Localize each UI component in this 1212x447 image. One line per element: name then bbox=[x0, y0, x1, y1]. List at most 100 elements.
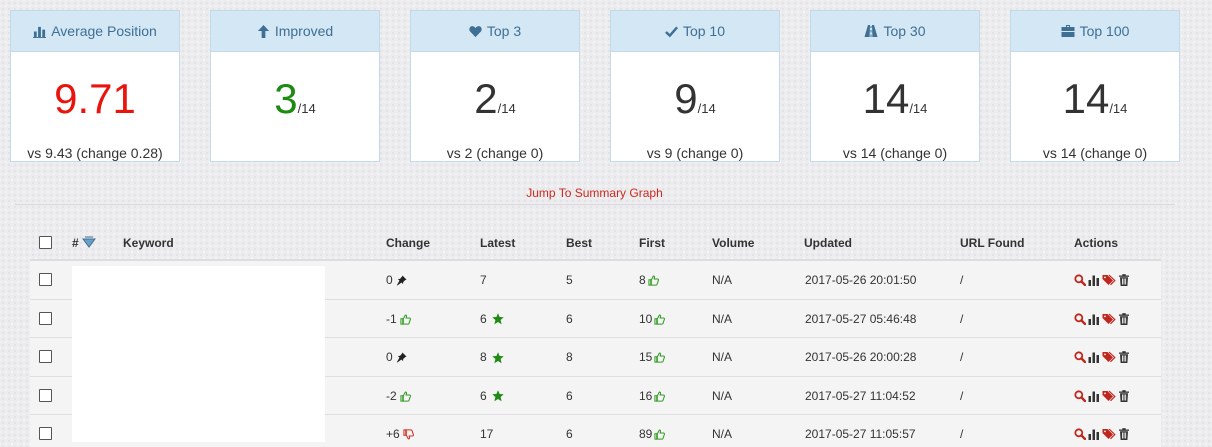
card-denominator: /14 bbox=[909, 101, 928, 116]
row-updated: 2017-05-26 20:01:50 bbox=[805, 273, 917, 287]
card-header: Top 100 bbox=[1011, 11, 1179, 52]
card-denominator: /14 bbox=[497, 101, 516, 116]
trash-icon[interactable] bbox=[1118, 313, 1130, 325]
card-comparison: vs 9.43 (change 0.28) bbox=[27, 145, 163, 161]
row-actions bbox=[1074, 415, 1130, 447]
bar-chart-icon[interactable] bbox=[1088, 313, 1100, 325]
header-num[interactable]: # bbox=[72, 226, 97, 261]
card-comparison: vs 14 (change 0) bbox=[842, 145, 948, 161]
trash-icon[interactable] bbox=[1118, 274, 1130, 286]
stat-card-top-10: Top 10 9/14 vs 9 (change 0) bbox=[610, 10, 780, 162]
row-volume: N/A bbox=[712, 311, 733, 326]
row-volume: N/A bbox=[712, 388, 733, 403]
bar-chart-icon[interactable] bbox=[1088, 390, 1100, 402]
stat-card-improved: Improved 3/14 bbox=[210, 10, 380, 162]
header-actions: Actions bbox=[1074, 236, 1119, 250]
header-best[interactable]: Best bbox=[566, 226, 592, 261]
row-volume: N/A bbox=[712, 350, 733, 364]
row-updated: 2017-05-26 20:00:28 bbox=[805, 350, 917, 364]
thumbs-down-icon bbox=[403, 429, 414, 440]
row-checkbox[interactable] bbox=[39, 427, 52, 440]
section-divider bbox=[15, 204, 1175, 205]
card-title: Top 10 bbox=[682, 23, 726, 39]
tags-icon[interactable] bbox=[1102, 390, 1116, 402]
header-change[interactable]: Change bbox=[386, 226, 430, 261]
sort-descending-icon[interactable] bbox=[81, 235, 97, 249]
thumbs-up-icon bbox=[654, 314, 665, 325]
row-first: 10 bbox=[639, 300, 665, 338]
row-checkbox[interactable] bbox=[39, 388, 52, 402]
trash-icon[interactable] bbox=[1118, 428, 1130, 440]
bar-chart-icon[interactable] bbox=[1088, 428, 1100, 440]
thumbs-up-icon bbox=[400, 391, 411, 402]
bar-chart-icon[interactable] bbox=[1088, 351, 1100, 363]
tags-icon[interactable] bbox=[1102, 351, 1116, 363]
search-icon[interactable] bbox=[1074, 351, 1086, 363]
card-denominator: /14 bbox=[297, 101, 316, 116]
search-icon[interactable] bbox=[1074, 313, 1086, 325]
row-volume: N/A bbox=[712, 273, 733, 287]
row-best: 8 bbox=[566, 350, 573, 364]
tags-icon[interactable] bbox=[1102, 428, 1116, 440]
card-header: Top 10 bbox=[611, 11, 779, 52]
jump-to-summary-graph-link[interactable]: Jump To Summary Graph bbox=[0, 186, 1189, 200]
card-header: Average Position bbox=[11, 11, 179, 52]
search-icon[interactable] bbox=[1074, 274, 1086, 286]
header-volume[interactable]: Volume bbox=[712, 226, 754, 261]
row-url-found[interactable]: / bbox=[960, 300, 963, 338]
card-header: Top 30 bbox=[811, 11, 979, 52]
row-first: 16 bbox=[639, 377, 665, 415]
card-value: 2/14 bbox=[474, 75, 516, 122]
card-comparison: vs 14 (change 0) bbox=[1042, 145, 1148, 161]
card-title: Average Position bbox=[51, 23, 157, 39]
row-checkbox[interactable] bbox=[39, 311, 52, 325]
card-value: 3/14 bbox=[274, 75, 316, 122]
card-title: Top 30 bbox=[883, 23, 926, 39]
tags-icon[interactable] bbox=[1102, 313, 1116, 325]
row-checkbox[interactable] bbox=[39, 273, 52, 286]
row-url-found[interactable]: / bbox=[960, 261, 963, 299]
row-url-found[interactable]: / bbox=[960, 377, 963, 415]
trash-icon[interactable] bbox=[1118, 351, 1130, 363]
header-updated[interactable]: Updated bbox=[804, 226, 852, 261]
card-title: Improved bbox=[274, 23, 334, 39]
check-icon bbox=[665, 25, 678, 38]
stat-card-top-100: Top 100 14/14 vs 14 (change 0) bbox=[1010, 10, 1180, 162]
stat-card-average-position: Average Position 9.71 vs 9.43 (change 0.… bbox=[10, 10, 180, 162]
row-updated: 2017-05-27 11:04:52 bbox=[805, 388, 916, 403]
card-comparison: vs 2 (change 0) bbox=[446, 145, 544, 161]
briefcase-icon bbox=[1061, 24, 1075, 38]
header-first[interactable]: First bbox=[639, 226, 665, 261]
thumbs-up-icon bbox=[654, 429, 665, 440]
row-best: 5 bbox=[566, 273, 573, 287]
row-checkbox[interactable] bbox=[39, 350, 52, 363]
trash-icon[interactable] bbox=[1118, 390, 1130, 402]
star-icon bbox=[492, 352, 504, 364]
row-best: 6 bbox=[566, 427, 573, 441]
tags-icon[interactable] bbox=[1102, 274, 1116, 286]
keyword-redaction bbox=[72, 266, 325, 442]
row-actions bbox=[1074, 377, 1130, 415]
row-updated: 2017-05-27 05:46:48 bbox=[805, 311, 917, 326]
card-value: 14/14 bbox=[862, 75, 928, 122]
card-title: Top 3 bbox=[486, 23, 522, 39]
card-denominator: /14 bbox=[1109, 101, 1128, 116]
stat-card-top-30: Top 30 14/14 vs 14 (change 0) bbox=[810, 10, 980, 162]
bar-chart-icon[interactable] bbox=[1088, 274, 1100, 286]
heart-icon bbox=[469, 25, 482, 38]
row-url-found[interactable]: / bbox=[960, 338, 963, 376]
select-all-checkbox[interactable] bbox=[39, 236, 52, 249]
thumbs-up-icon bbox=[654, 352, 665, 363]
card-denominator: /14 bbox=[697, 101, 716, 116]
pin-icon bbox=[396, 352, 407, 363]
row-actions bbox=[1074, 300, 1130, 338]
row-updated: 2017-05-27 11:05:57 bbox=[805, 427, 916, 441]
search-icon[interactable] bbox=[1074, 428, 1086, 440]
header-latest[interactable]: Latest bbox=[480, 226, 515, 261]
header-url-found[interactable]: URL Found bbox=[960, 226, 1024, 261]
row-change: 0 bbox=[386, 261, 407, 299]
search-icon[interactable] bbox=[1074, 390, 1086, 402]
header-keyword[interactable]: Keyword bbox=[123, 226, 174, 261]
row-url-found[interactable]: / bbox=[960, 415, 963, 447]
row-actions bbox=[1074, 338, 1130, 376]
